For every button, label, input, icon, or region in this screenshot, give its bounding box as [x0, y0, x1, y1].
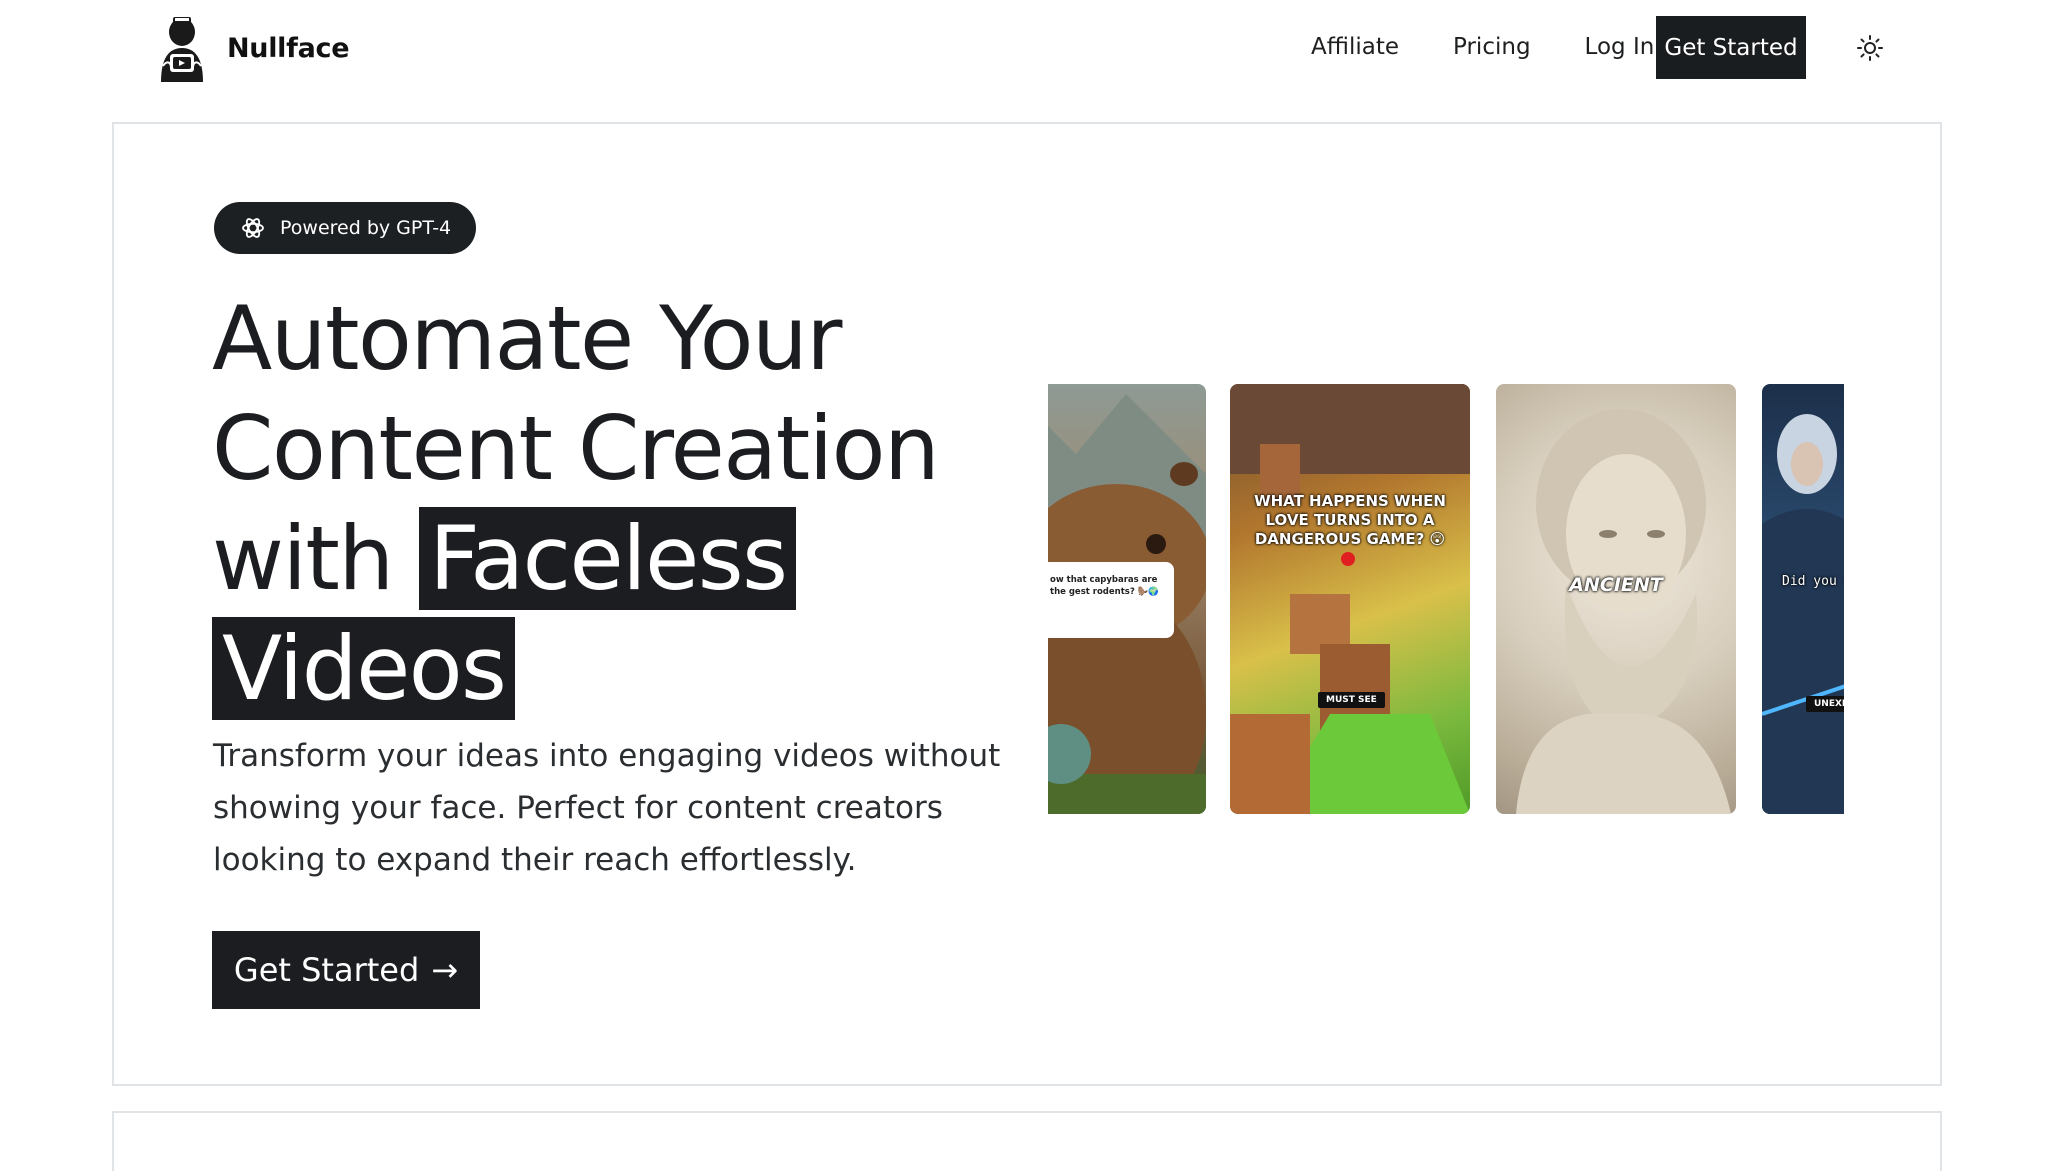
- nullface-logo-icon: [161, 17, 203, 82]
- next-section: [112, 1111, 1942, 1171]
- video-carousel[interactable]: ow that capybaras are the gest rodents? …: [1048, 384, 1844, 814]
- theme-toggle-button[interactable]: [1852, 28, 1888, 68]
- sun-icon: [1857, 35, 1883, 61]
- hero-cta-label: Get Started: [233, 951, 420, 989]
- video-card-minecraft[interactable]: WHAT HAPPENS WHEN LOVE TURNS INTO A DANG…: [1230, 384, 1470, 814]
- headline-line-2: Content Creation: [212, 397, 940, 500]
- video-caption-warrior: Did you bel: [1782, 574, 1844, 589]
- powered-by-badge: Powered by GPT-4: [214, 202, 476, 254]
- video-card-capybara[interactable]: ow that capybaras are the gest rodents? …: [1048, 384, 1206, 814]
- headline-highlight-videos: Videos: [212, 617, 516, 720]
- brand[interactable]: Nullface: [155, 14, 350, 82]
- nav-pricing-link[interactable]: Pricing: [1426, 16, 1558, 78]
- statue-image: [1516, 409, 1731, 814]
- badge-label: Powered by GPT-4: [280, 217, 452, 239]
- nav-affiliate-link[interactable]: Affiliate: [1284, 16, 1426, 78]
- main-nav: Affiliate Pricing Log In: [1284, 16, 1681, 78]
- video-tag-unexpected: UNEXPE: [1806, 696, 1844, 712]
- headline-line-3: with: [212, 507, 394, 610]
- headline-line-1: Automate Your: [212, 287, 842, 390]
- openai-icon: [242, 218, 264, 238]
- minecraft-image: [1230, 384, 1470, 814]
- hero-section: Powered by GPT-4 Automate Your Content C…: [112, 122, 1942, 1086]
- headline-highlight-faceless: Faceless: [419, 507, 797, 610]
- warrior-image: [1762, 414, 1844, 814]
- video-tag-must-see: MUST SEE: [1318, 692, 1385, 708]
- arrow-right-icon: →: [431, 951, 459, 989]
- site-header: Nullface Affiliate Pricing Log In Get St…: [0, 0, 2048, 96]
- hero-get-started-button[interactable]: Get Started →: [212, 931, 480, 1009]
- brand-name: Nullface: [227, 32, 350, 64]
- hero-headline: Automate Your Content Creation with Face…: [212, 284, 972, 724]
- header-get-started-button[interactable]: Get Started: [1656, 16, 1806, 79]
- video-caption-capybara: ow that capybaras are the gest rodents? …: [1048, 562, 1174, 638]
- hero-subtext: Transform your ideas into engaging video…: [213, 738, 1001, 878]
- video-caption-ancient: ANCIENT: [1569, 574, 1663, 596]
- video-card-statue[interactable]: ANCIENT: [1496, 384, 1736, 814]
- video-caption-minecraft: WHAT HAPPENS WHEN LOVE TURNS INTO A DANG…: [1254, 492, 1446, 548]
- video-card-warrior[interactable]: Did you bel UNEXPE: [1762, 384, 1844, 814]
